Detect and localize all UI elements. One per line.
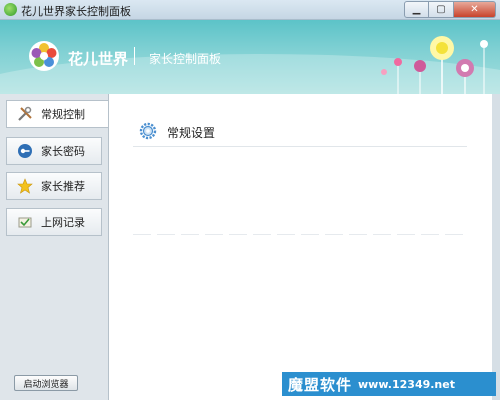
section-divider <box>133 234 467 235</box>
window-controls: ▁ ▢ ✕ <box>404 1 496 18</box>
sidebar-item-label: 家长推荐 <box>41 180 85 193</box>
watermark-url: www.12349.net <box>358 377 455 391</box>
watermark: 魔盟软件 www.12349.net <box>282 372 496 396</box>
flowers-decoration-icon <box>381 36 488 94</box>
content-panel: 常规设置 <box>108 94 492 400</box>
log-icon <box>17 214 33 230</box>
sidebar-item-label: 家长密码 <box>41 145 85 158</box>
sidebar-item-history[interactable]: 上网记录 <box>6 208 102 236</box>
window-title: 花儿世界家长控制面板 <box>21 5 131 18</box>
sidebar-item-password[interactable]: 家长密码 <box>6 137 102 165</box>
sidebar-item-general[interactable]: 常规控制 <box>6 100 109 128</box>
brand-name: 花儿世界 <box>68 50 129 68</box>
title-bar: 花儿世界家长控制面板 ▁ ▢ ✕ <box>0 0 500 20</box>
section-divider <box>133 146 467 147</box>
launch-browser-button[interactable]: 启动浏览器 <box>14 375 78 391</box>
minimize-icon: ▁ <box>412 4 421 15</box>
sidebar-item-label: 上网记录 <box>41 216 85 229</box>
header-divider <box>134 47 135 65</box>
minimize-button[interactable]: ▁ <box>404 1 429 18</box>
maximize-button[interactable]: ▢ <box>429 1 454 18</box>
sidebar: 常规控制 家长密码 家长推荐 上网记录 <box>0 94 109 400</box>
close-button[interactable]: ✕ <box>454 1 496 18</box>
sidebar-item-recommend[interactable]: 家长推荐 <box>6 172 102 200</box>
flower-logo-icon <box>29 41 59 71</box>
star-icon <box>17 178 33 194</box>
tools-icon <box>17 106 33 122</box>
key-icon <box>17 143 33 159</box>
watermark-name: 魔盟软件 <box>288 375 353 394</box>
gear-icon <box>139 122 157 140</box>
sidebar-item-label: 常规控制 <box>41 108 85 121</box>
maximize-icon: ▢ <box>436 4 446 15</box>
panel-title: 家长控制面板 <box>149 52 222 66</box>
app-icon <box>4 3 17 16</box>
header-banner: 花儿世界 家长控制面板 <box>0 20 500 94</box>
section-title: 常规设置 <box>167 126 216 140</box>
close-icon: ✕ <box>470 4 479 15</box>
